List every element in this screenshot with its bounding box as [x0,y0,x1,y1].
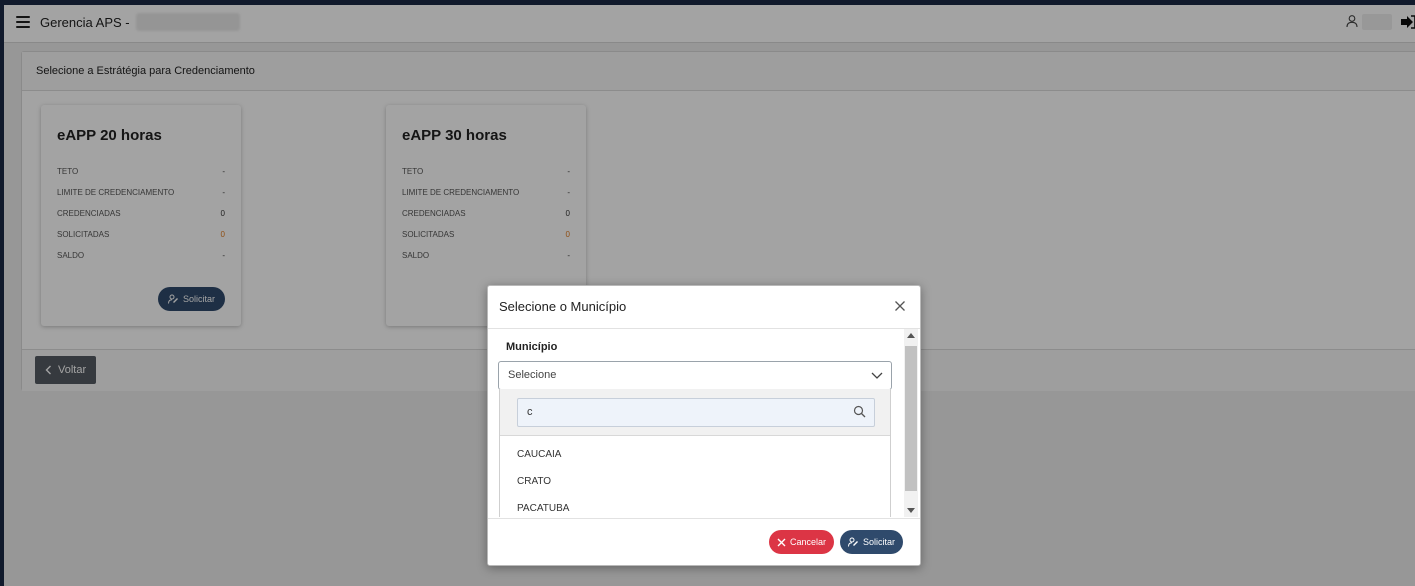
close-icon[interactable] [894,300,906,312]
modal-title: Selecione o Município [499,299,627,314]
cancel-button[interactable]: Cancelar [769,530,835,554]
cancel-button-label: Cancelar [790,537,827,547]
municipio-modal: Selecione o Município Município Selecion… [487,285,921,566]
dropdown-options: CAUCAIA CRATO PACATUBA [500,436,890,517]
dropdown-option[interactable]: CRATO [500,473,890,500]
dropdown-option[interactable]: CAUCAIA [500,446,890,473]
user-edit-icon [848,537,858,547]
modal-scrollbar[interactable] [904,329,918,517]
municipio-dropdown: c CAUCAIA CRATO PACATUBA [499,389,891,517]
dropdown-search-area: c [500,389,890,436]
dropdown-search-input[interactable]: c [517,398,875,427]
municipio-select[interactable]: Selecione [498,361,892,390]
modal-footer: Cancelar Solicitar [488,518,920,565]
scroll-up-arrow[interactable] [907,333,915,338]
modal-body: Município Selecione c CAUCAIA CRATO PACA… [488,329,905,517]
chevron-down-icon [871,372,883,379]
search-icon [853,405,866,418]
scroll-down-arrow[interactable] [907,508,915,513]
dropdown-option[interactable]: PACATUBA [500,500,890,517]
search-value: c [527,406,533,418]
municipio-label: Município [506,341,558,353]
submit-button-label: Solicitar [863,537,896,547]
scroll-thumb[interactable] [905,346,917,491]
close-icon [777,538,786,546]
select-value: Selecione [508,369,557,381]
submit-button[interactable]: Solicitar [840,530,904,554]
modal-header: Selecione o Município [488,286,920,329]
